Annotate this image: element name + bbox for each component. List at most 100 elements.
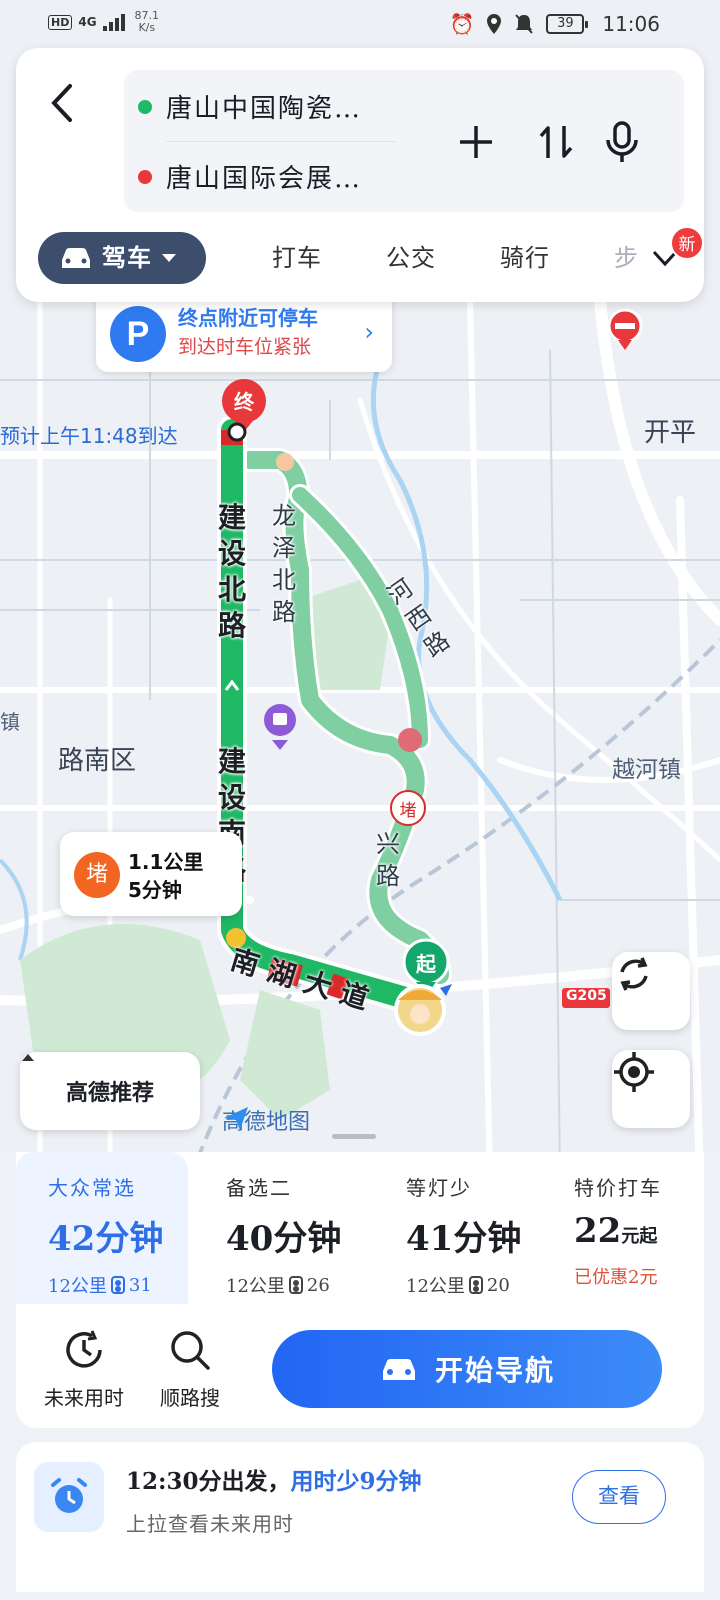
- hd-indicator: HD: [48, 14, 73, 30]
- route-sheet: 大众常选 42分钟 12公里 31 备选二 40分钟 12公里 26 等灯少 4…: [0, 1152, 720, 1600]
- route-option-lights: 26: [306, 1274, 330, 1296]
- route-option-meta: 12公里 26: [226, 1272, 398, 1298]
- voice-input-button[interactable]: [598, 118, 646, 166]
- route-option-label: 等灯少: [406, 1176, 472, 1200]
- jam-icon: 堵: [74, 852, 120, 898]
- divider: [166, 141, 396, 142]
- route-option-label: 特价打车: [574, 1176, 662, 1200]
- destination-text: 唐山国际会展…: [166, 164, 363, 194]
- future-subtitle: 上拉查看未来用时: [126, 1512, 294, 1536]
- taxi-price-value: 22: [574, 1211, 622, 1251]
- future-title-saving: 用时少9分钟: [290, 1468, 422, 1495]
- caret-down-icon: [162, 254, 176, 262]
- route-option-taxi[interactable]: 特价打车 22元起 已优惠2元: [574, 1152, 704, 1304]
- eta-label: 预计上午11:48到达: [0, 424, 178, 448]
- location-status-icon: [487, 14, 502, 34]
- road-partial: 兴路: [376, 830, 400, 890]
- map-label-edge: 镇: [0, 710, 20, 734]
- taxi-discount: 已优惠2元: [574, 1267, 658, 1288]
- route-option-3[interactable]: 等灯少 41分钟 12公里 20: [406, 1152, 578, 1304]
- route-options-panel: 大众常选 42分钟 12公里 31 备选二 40分钟 12公里 26 等灯少 4…: [16, 1152, 704, 1428]
- locate-icon: [614, 1052, 654, 1092]
- route-option-distance: 12公里: [406, 1276, 465, 1297]
- route-option-meta: 12公里 20: [406, 1272, 578, 1298]
- refresh-route-button[interactable]: [612, 952, 690, 1030]
- start-marker[interactable]: 起: [412, 948, 440, 977]
- tab-taxi[interactable]: 打车: [272, 232, 322, 284]
- route-option-label: 大众常选: [48, 1176, 136, 1200]
- route-option-distance: 12公里: [226, 1276, 285, 1297]
- future-departure-card[interactable]: 12:30分出发，用时少9分钟 上拉查看未来用时 查看: [16, 1442, 704, 1592]
- plus-icon: [460, 126, 492, 158]
- sheet-handle[interactable]: [332, 1134, 376, 1139]
- amap-logo: 高德地图: [222, 1104, 310, 1136]
- parking-icon: P: [110, 306, 166, 362]
- traffic-light-icon: [110, 1276, 125, 1294]
- chevron-right-icon: ›: [364, 318, 374, 346]
- traffic-light-icon: [468, 1276, 483, 1294]
- tab-transit[interactable]: 公交: [386, 232, 436, 284]
- back-button[interactable]: [42, 78, 82, 128]
- route-option-2[interactable]: 备选二 40分钟 12公里 26: [226, 1152, 398, 1304]
- tab-bike[interactable]: 骑行: [500, 232, 550, 284]
- g205-shield: G205: [566, 988, 607, 1004]
- start-navigation-button[interactable]: 开始导航: [272, 1330, 662, 1408]
- destination-dot: [138, 169, 152, 184]
- route-preference-button[interactable]: 高德推荐: [20, 1052, 200, 1130]
- end-marker[interactable]: 终: [230, 386, 258, 415]
- map-label-kaiping: 开平: [644, 418, 697, 448]
- car-icon: [382, 1359, 415, 1380]
- parking-tip-card[interactable]: P 终点附近可停车 到达时车位紧张 ›: [96, 296, 392, 372]
- future-time-label: 未来用时: [44, 1386, 124, 1410]
- route-option-distance: 12公里: [48, 1276, 107, 1297]
- caret-up-icon: [22, 1054, 34, 1061]
- future-title-time: 12:30分出发，: [126, 1468, 291, 1495]
- origin-row[interactable]: 唐山中国陶瓷…: [138, 88, 362, 125]
- network-type: 4G: [78, 15, 97, 29]
- swap-icon: [539, 126, 573, 158]
- microphone-icon: [606, 121, 638, 162]
- parking-subtitle: 到达时车位紧张: [178, 336, 312, 358]
- new-badge: 新: [670, 226, 704, 260]
- future-title: 12:30分出发，用时少9分钟: [126, 1462, 422, 1496]
- traffic-light-icon: [288, 1276, 303, 1294]
- jam-distance: 1.1公里: [128, 850, 204, 874]
- view-future-button[interactable]: 查看: [572, 1470, 666, 1524]
- origin-text: 唐山中国陶瓷…: [166, 94, 363, 124]
- signal-icon: [102, 14, 125, 31]
- back-arrow-icon: [51, 84, 72, 122]
- alarm-clock-icon: [34, 1462, 104, 1532]
- destination-row[interactable]: 唐山国际会展…: [138, 158, 362, 195]
- parking-title: 终点附近可停车: [178, 306, 318, 330]
- tab-drive[interactable]: 驾车: [38, 232, 206, 284]
- jam-marker[interactable]: 堵: [396, 796, 420, 821]
- route-option-lights: 31: [128, 1274, 152, 1296]
- alarm-status-icon: ⏰: [449, 12, 475, 36]
- clock: 11:06: [602, 12, 660, 36]
- jam-info-card[interactable]: 堵 1.1公里 5分钟: [60, 832, 242, 916]
- swap-endpoints-button[interactable]: [532, 118, 580, 166]
- clock-icon: [66, 1330, 102, 1368]
- tab-walk[interactable]: 步: [614, 232, 639, 284]
- origin-dot: [138, 99, 152, 114]
- battery-indicator: 39: [546, 14, 589, 34]
- travel-mode-tabs: 驾车 打车 公交 骑行 步 新: [38, 226, 704, 286]
- route-preference-label: 高德推荐: [65, 1080, 154, 1106]
- search-along-label: 顺路搜: [160, 1386, 220, 1410]
- search-along-button[interactable]: 顺路搜: [140, 1328, 240, 1411]
- refresh-icon: [620, 957, 648, 991]
- route-option-time: 40分钟: [226, 1219, 342, 1259]
- route-endpoints: 唐山中国陶瓷… 唐山国际会展…: [124, 70, 684, 212]
- car-icon: [62, 248, 90, 268]
- taxi-price-unit: 元起: [621, 1226, 658, 1247]
- future-time-button[interactable]: 未来用时: [34, 1328, 134, 1411]
- start-navigation-label: 开始导航: [434, 1354, 555, 1387]
- route-option-lights: 20: [486, 1274, 510, 1296]
- add-waypoint-button[interactable]: [452, 118, 500, 166]
- locate-button[interactable]: [612, 1050, 690, 1128]
- route-option-label: 备选二: [226, 1176, 292, 1200]
- route-option-1[interactable]: 大众常选 42分钟 12公里 31: [16, 1152, 188, 1304]
- road-longze-north: 龙泽北路: [272, 502, 296, 626]
- route-option-time: 42分钟: [48, 1219, 164, 1259]
- net-unit: K/s: [138, 21, 156, 34]
